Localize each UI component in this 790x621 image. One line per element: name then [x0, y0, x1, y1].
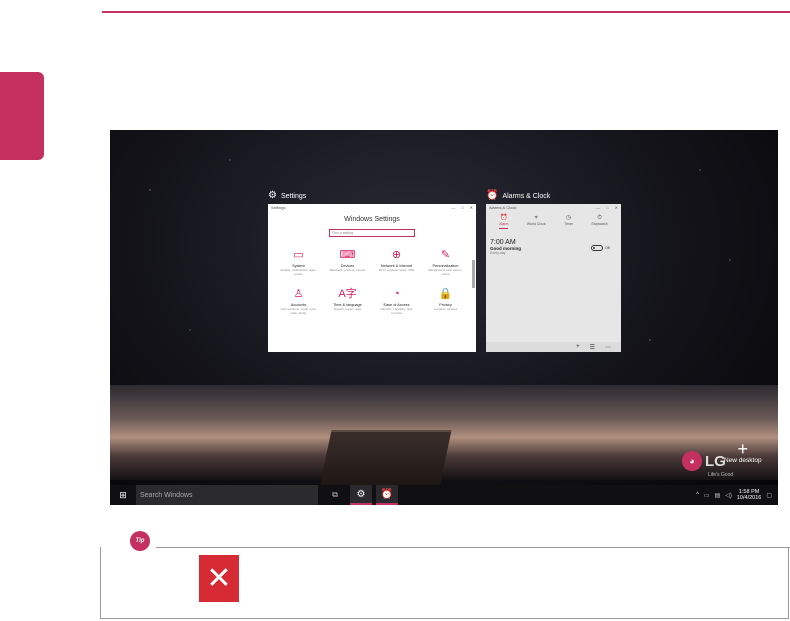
settings-tile-network[interactable]: ⊕ Network & Internet Wi-Fi, airplane mod… — [372, 249, 421, 276]
tile-desc: Location, camera — [433, 307, 457, 311]
taskbar-search-input[interactable]: Search Windows — [136, 485, 318, 505]
tab-world-clock[interactable]: ⌖ World Clock — [527, 215, 546, 229]
network-icon[interactable]: ▤ — [715, 492, 721, 499]
wallpaper-dock — [318, 430, 452, 492]
new-desktop-label: New desktop — [724, 457, 762, 464]
tab-label: World Clock — [526, 222, 546, 226]
section-side-tab — [0, 72, 44, 160]
alarm-window-caption[interactable]: ⏰ Alarms & Clock — [486, 191, 550, 201]
settings-tile-ease-of-access[interactable]: ◔ Ease of Access Narrator, magnifier, hi… — [372, 288, 421, 315]
header-rule — [102, 11, 790, 13]
person-icon: ♙ — [293, 288, 304, 300]
toggle-switch-icon — [591, 245, 603, 251]
tab-label: Alarm — [499, 222, 509, 226]
taskbar-alarm-app[interactable]: ⏰ — [376, 485, 398, 505]
world-clock-icon: ⌖ — [534, 215, 538, 221]
gear-icon: ⚙ — [356, 488, 366, 500]
settings-tile-time-language[interactable]: A字 Time & language Speech, region, date — [323, 288, 372, 315]
tile-desc: Display, notifications, apps, power — [280, 268, 317, 276]
tile-desc: Wi-Fi, airplane mode, VPN — [378, 268, 415, 272]
tile-desc: Background, lock screen, colors — [428, 268, 463, 276]
desktop-screenshot: ⚙ Settings Settings — □ ✕ Windows Settin… — [110, 130, 778, 505]
plus-icon: + — [737, 439, 749, 459]
tab-label: Timer — [564, 222, 573, 226]
lg-tagline: Life's Good — [708, 472, 734, 478]
alarm-command-bar: + ☰ ⋯ — [486, 342, 621, 352]
ease-of-access-icon: ◔ — [393, 288, 400, 300]
chevron-up-icon[interactable]: ^ — [696, 492, 699, 498]
taskbar: ⊞ Search Windows ⧉ ⚙ ⏰ ^ ▭ ▤ ◁) 1:58 PM … — [110, 485, 778, 505]
battery-icon[interactable]: ▭ — [704, 492, 710, 499]
alarm-repeat: Every day — [490, 251, 506, 255]
settings-tile-devices[interactable]: ⌨ Devices Bluetooth, printers, mouse — [323, 249, 372, 276]
settings-titlebar: Settings — □ ✕ — [268, 204, 476, 212]
tile-desc: Your accounts, email, sync, work, family — [280, 307, 317, 315]
gear-icon: ⚙ — [268, 190, 277, 201]
tile-desc: Narrator, magnifier, high contrast — [380, 307, 413, 315]
close-icon[interactable]: ✕ — [615, 205, 618, 211]
new-desktop-button[interactable]: + New desktop — [724, 439, 762, 464]
lg-logo: ◕ LG — [682, 451, 726, 471]
close-icon[interactable]: ✕ — [470, 205, 473, 211]
alarm-tabs: ⏰ Alarm ⌖ World Clock ◷ Timer ⏱ Stopwatc… — [486, 212, 621, 229]
alarm-titlebar-text: Alarms & Clock — [489, 205, 517, 210]
settings-search-input[interactable]: Find a setting — [329, 229, 415, 237]
volume-icon[interactable]: ◁) — [725, 492, 732, 499]
personalization-icon: ✎ — [440, 249, 451, 261]
toggle-label: Off — [605, 246, 610, 250]
window-caption-buttons: — □ ✕ — [596, 205, 618, 211]
alarm-titlebar: Alarms & Clock — □ ✕ — [486, 204, 621, 212]
clock-date: 10/4/2016 — [736, 495, 762, 501]
tile-desc: Bluetooth, printers, mouse — [329, 268, 366, 272]
lg-face-icon: ◕ — [682, 451, 702, 471]
devices-icon: ⌨ — [339, 249, 356, 261]
tip-badge: Tip — [130, 531, 150, 551]
settings-tile-privacy[interactable]: 🔒 Privacy Location, camera — [421, 288, 470, 315]
maximize-icon[interactable]: □ — [606, 205, 608, 211]
alarm-clock-icon: ⏰ — [380, 488, 394, 500]
globe-icon: ⊕ — [391, 249, 402, 261]
tip-rule — [156, 547, 790, 548]
tab-timer[interactable]: ◷ Timer — [564, 215, 573, 229]
settings-tile-system[interactable]: ▭ System Display, notifications, apps, p… — [274, 249, 323, 276]
system-tray: ^ ▭ ▤ ◁) 1:58 PM 10/4/2016 ▢ — [696, 489, 778, 501]
select-icon[interactable]: ☰ — [590, 344, 595, 351]
close-icon: ✕ — [199, 555, 239, 602]
settings-heading: Windows Settings — [344, 216, 400, 223]
settings-caption-text: Settings — [280, 192, 307, 200]
settings-titlebar-text: Settings — [271, 205, 286, 210]
time-language-icon: A字 — [338, 288, 357, 300]
tab-label: Stopwatch — [591, 222, 608, 226]
more-icon[interactable]: ⋯ — [605, 344, 611, 351]
settings-window-caption[interactable]: ⚙ Settings — [268, 191, 306, 201]
alarm-tab-icon: ⏰ — [500, 215, 508, 221]
settings-scrollbar[interactable] — [472, 260, 475, 288]
notification-icon[interactable]: ▢ — [766, 492, 772, 499]
alarm-clock-icon: ⏰ — [486, 190, 499, 201]
minimize-icon[interactable]: — — [596, 205, 600, 211]
lg-logo-text: LG — [705, 452, 726, 470]
taskbar-settings-app[interactable]: ⚙ — [350, 485, 372, 505]
taskbar-clock[interactable]: 1:58 PM 10/4/2016 — [737, 489, 761, 501]
timer-icon: ◷ — [565, 215, 572, 221]
stopwatch-icon: ⏱ — [597, 215, 602, 221]
plus-icon[interactable]: + — [576, 344, 580, 350]
tile-desc: Speech, region, date — [333, 307, 362, 311]
tab-alarm[interactable]: ⏰ Alarm — [499, 215, 509, 229]
maximize-icon[interactable]: □ — [461, 205, 463, 211]
lock-icon: 🔒 — [438, 288, 453, 300]
windows-start-icon[interactable]: ⊞ — [110, 490, 136, 501]
tab-stopwatch[interactable]: ⏱ Stopwatch — [591, 215, 607, 229]
settings-tile-accounts[interactable]: ♙ Accounts Your accounts, email, sync, w… — [274, 288, 323, 315]
laptop-icon: ▭ — [293, 249, 304, 261]
alarm-caption-text: Alarms & Clock — [502, 192, 551, 200]
settings-window-thumbnail[interactable]: Settings — □ ✕ Windows Settings Find a s… — [268, 204, 476, 352]
alarm-toggle[interactable]: Off — [591, 245, 610, 251]
settings-tile-grid: ▭ System Display, notifications, apps, p… — [268, 237, 476, 315]
minimize-icon[interactable]: — — [451, 205, 455, 211]
task-view-icon[interactable]: ⧉ — [324, 490, 346, 500]
settings-tile-personalization[interactable]: ✎ Personalization Background, lock scree… — [421, 249, 470, 276]
window-caption-buttons: — □ ✕ — [451, 205, 473, 211]
alarm-window-thumbnail[interactable]: Alarms & Clock — □ ✕ ⏰ Alarm ⌖ World Clo… — [486, 204, 621, 352]
